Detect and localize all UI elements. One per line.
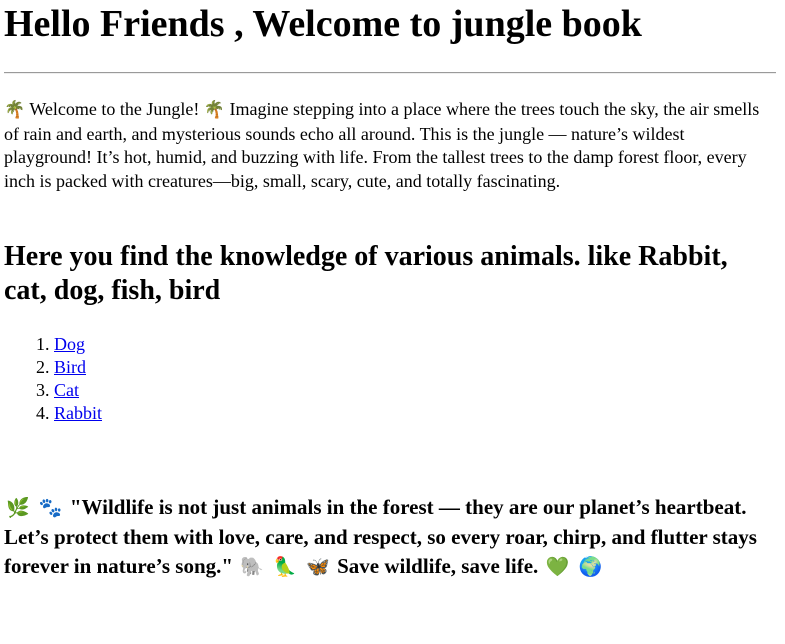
paw-prints-icon: 🐾 — [38, 497, 63, 519]
palm-tree-icon: 🌴 — [4, 100, 26, 120]
green-heart-icon: 💚 — [545, 556, 570, 578]
list-item: Dog — [54, 333, 102, 356]
animal-link-cat[interactable]: Cat — [54, 380, 79, 400]
list-item: Bird — [54, 356, 102, 379]
quote-closing: Save wildlife, save life. — [337, 554, 539, 578]
globe-icon: 🌍 — [578, 556, 603, 578]
parrot-icon: 🦜 — [273, 556, 297, 578]
elephant-icon: 🐘 — [240, 556, 264, 578]
animal-list: Dog Bird Cat Rabbit — [4, 333, 102, 425]
page-title: Hello Friends , Welcome to jungle book — [4, 3, 642, 45]
list-item: Cat — [54, 379, 102, 402]
list-item: Rabbit — [54, 402, 102, 425]
animal-link-bird[interactable]: Bird — [54, 357, 86, 377]
herb-leaf-icon: 🌿 — [6, 497, 30, 519]
butterfly-icon: 🦋 — [306, 556, 330, 578]
horizontal-divider — [4, 72, 776, 74]
intro-welcome: Welcome to the Jungle! — [29, 99, 200, 119]
intro-paragraph: 🌴 Welcome to the Jungle! 🌴 Imagine stepp… — [4, 98, 776, 193]
animal-link-rabbit[interactable]: Rabbit — [54, 403, 102, 423]
animal-link-dog[interactable]: Dog — [54, 334, 85, 354]
wildlife-quote: 🌿 🐾 "Wildlife is not just animals in the… — [4, 493, 776, 582]
section-heading: Here you find the knowledge of various a… — [4, 241, 728, 306]
palm-tree-icon: 🌴 — [203, 100, 226, 120]
